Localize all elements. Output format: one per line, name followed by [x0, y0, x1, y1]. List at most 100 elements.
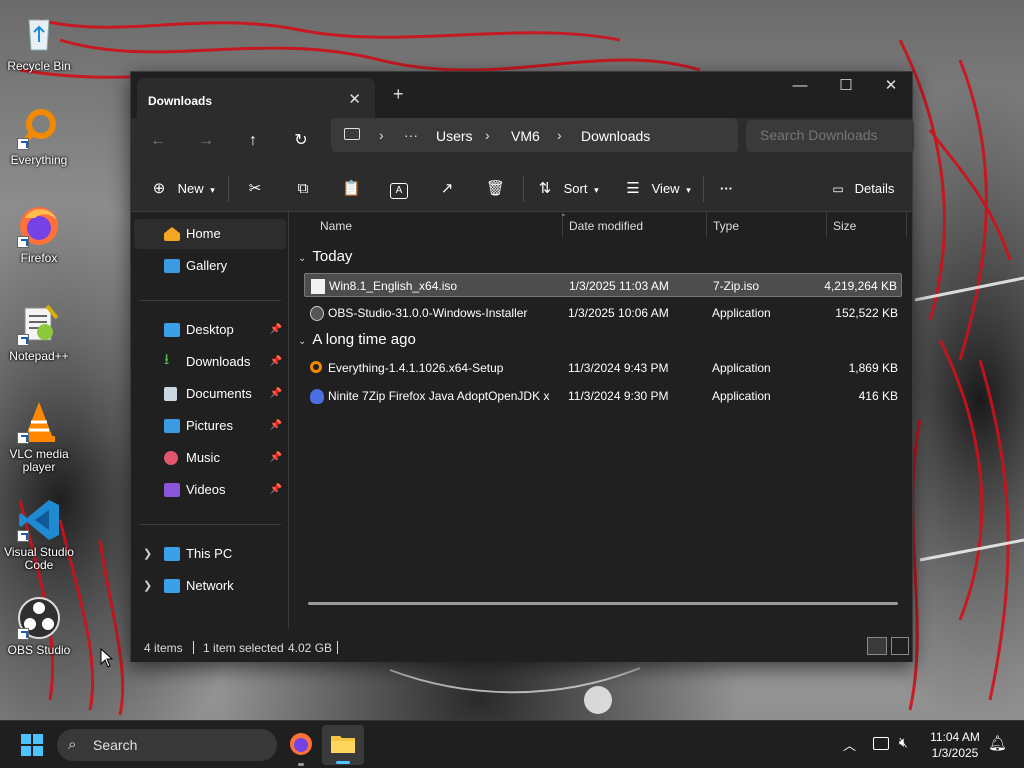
chevron-down-icon: ⌄: [298, 336, 307, 347]
group-header-today[interactable]: ⌄ Today: [298, 248, 352, 265]
breadcrumb-overflow[interactable]: ···: [404, 127, 418, 143]
sidebar-item-label: Desktop: [186, 322, 234, 337]
sidebar-item-videos[interactable]: Videos 📌: [134, 475, 286, 505]
taskbar-firefox[interactable]: [288, 731, 314, 757]
see-more-button[interactable]: ···: [720, 177, 733, 201]
column-header-type[interactable]: Type: [713, 219, 739, 233]
volume-muted-icon[interactable]: 🔇︎: [899, 734, 908, 751]
taskbar-file-explorer[interactable]: [322, 725, 364, 765]
details-pane-button[interactable]: ▭ Details: [829, 177, 894, 201]
desktop-icon-firefox[interactable]: Firefox: [1, 204, 77, 265]
desktop-icon-recycle-bin[interactable]: Recycle Bin: [1, 12, 77, 73]
back-arrow-icon[interactable]: ←: [145, 128, 171, 154]
minimize-button[interactable]: —: [777, 72, 823, 100]
file-row[interactable]: OBS-Studio-31.0.0-Windows-Installer 1/3/…: [304, 301, 902, 325]
file-date: 1/3/2025 10:06 AM: [568, 306, 669, 320]
share-icon[interactable]: ↗: [438, 177, 456, 201]
breadcrumb-vm6[interactable]: VM6: [511, 128, 540, 144]
taskbar-search[interactable]: ⌕ Search: [57, 729, 277, 761]
sidebar-item-this-pc[interactable]: ❯ This PC: [134, 539, 286, 569]
desktop-icon-vlc[interactable]: VLC media player: [1, 400, 77, 474]
column-divider[interactable]: [906, 212, 907, 238]
breadcrumb-downloads[interactable]: Downloads: [581, 128, 650, 144]
view-button[interactable]: ☰ View ▾: [624, 177, 690, 201]
sidebar-item-music[interactable]: Music 📌: [134, 443, 286, 473]
breadcrumb-separator[interactable]: ›: [557, 127, 562, 143]
file-type: 7-Zip.iso: [713, 279, 760, 293]
sidebar-item-network[interactable]: ❯ Network: [134, 571, 286, 601]
cut-icon[interactable]: ✂: [246, 177, 264, 201]
sidebar-item-documents[interactable]: Documents 📌: [134, 379, 286, 409]
paste-icon[interactable]: 📋: [342, 177, 361, 201]
desktop-icon-everything[interactable]: Everything: [1, 106, 77, 167]
computer-monitor-icon[interactable]: [344, 128, 360, 140]
sidebar-item-gallery[interactable]: Gallery: [134, 251, 286, 281]
shortcut-arrow-icon: [17, 334, 29, 346]
tab-label: Downloads: [148, 94, 213, 108]
search-input[interactable]: [760, 127, 910, 143]
network-status-icon[interactable]: [873, 737, 889, 750]
desktop-icon-label: Notepad++: [9, 349, 69, 363]
desktop-folder-icon: [164, 323, 180, 337]
file-row[interactable]: Win8.1_English_x64.iso 1/3/2025 11:03 AM…: [304, 273, 902, 297]
file-name: OBS-Studio-31.0.0-Windows-Installer: [328, 306, 528, 320]
column-divider[interactable]: [826, 212, 827, 238]
show-hidden-icons-chevron-icon[interactable]: ︿: [843, 735, 856, 754]
firefox-icon: [290, 733, 312, 755]
delete-icon[interactable]: 🗑: [486, 177, 505, 201]
column-header-name[interactable]: Name: [320, 219, 352, 233]
search-box[interactable]: [746, 120, 914, 152]
copy-icon[interactable]: ⧉: [294, 177, 312, 201]
status-divider: [337, 641, 338, 654]
tiles-view-icon[interactable]: [891, 637, 909, 655]
system-clock[interactable]: 11:04 AM 1/3/2025: [922, 729, 988, 761]
new-button[interactable]: ⊕ New ▾: [150, 177, 215, 201]
sidebar-item-downloads[interactable]: ⭳ Downloads 📌: [134, 347, 286, 377]
file-row[interactable]: Everything-1.4.1.1026.x64-Setup 11/3/202…: [304, 356, 902, 380]
group-header-long-time-ago[interactable]: ⌄ A long time ago: [298, 331, 416, 348]
recycle-bin-icon: [17, 12, 61, 56]
sidebar-item-desktop[interactable]: Desktop 📌: [134, 315, 286, 345]
maximize-button[interactable]: ☐: [823, 72, 869, 100]
file-type: Application: [712, 361, 771, 375]
notification-bell-icon[interactable]: 🔔︎: [988, 734, 1007, 752]
desktop-icon-notepad-plus-plus[interactable]: Notepad++: [1, 302, 77, 363]
desktop-icon-obs[interactable]: OBS Studio: [1, 596, 77, 657]
sidebar-item-home[interactable]: Home: [134, 219, 286, 249]
file-row[interactable]: Ninite 7Zip Firefox Java AdoptOpenJDK x.…: [304, 384, 902, 408]
column-divider[interactable]: [706, 212, 707, 238]
address-bar[interactable]: › ··· Users › VM6 › Downloads: [332, 120, 738, 152]
breadcrumb-separator[interactable]: ›: [379, 127, 384, 143]
start-button[interactable]: [21, 734, 43, 756]
desktop-icon-label: VLC media player: [9, 447, 69, 474]
item-count: 4 items: [144, 641, 183, 655]
obs-icon: [17, 596, 61, 640]
plus-circle-icon: ⊕: [152, 180, 166, 197]
close-window-button[interactable]: ✕: [868, 72, 914, 100]
breadcrumb-users[interactable]: Users: [436, 128, 473, 144]
shortcut-arrow-icon: [17, 628, 29, 640]
chevron-right-icon[interactable]: ❯: [143, 539, 152, 569]
column-header-date[interactable]: Date modified: [569, 219, 643, 233]
sidebar-divider: [139, 300, 281, 301]
tab-downloads[interactable]: Downloads ✕: [137, 78, 375, 118]
horizontal-scrollbar[interactable]: [308, 602, 898, 605]
close-tab-icon[interactable]: ✕: [348, 90, 361, 108]
new-tab-button[interactable]: +: [393, 84, 404, 105]
file-type: Application: [712, 306, 771, 320]
details-view-icon[interactable]: [867, 637, 887, 655]
up-arrow-icon[interactable]: ↑: [240, 128, 266, 154]
column-header-size[interactable]: Size: [833, 219, 856, 233]
pin-icon: 📌: [269, 356, 282, 367]
breadcrumb-separator[interactable]: ›: [485, 127, 490, 143]
refresh-icon[interactable]: ↻: [288, 128, 314, 154]
desktop-icon-vscode[interactable]: Visual Studio Code: [1, 498, 77, 572]
chevron-right-icon[interactable]: ❯: [143, 571, 152, 601]
forward-arrow-icon[interactable]: →: [193, 128, 219, 154]
rename-icon[interactable]: A: [390, 177, 408, 201]
desktop-icon-label: OBS Studio: [7, 643, 71, 657]
sort-button[interactable]: ⇅ Sort ▾: [536, 177, 599, 201]
mouse-cursor-icon: [100, 648, 114, 668]
sidebar-item-pictures[interactable]: Pictures 📌: [134, 411, 286, 441]
file-name: Ninite 7Zip Firefox Java AdoptOpenJDK x.…: [328, 389, 550, 403]
